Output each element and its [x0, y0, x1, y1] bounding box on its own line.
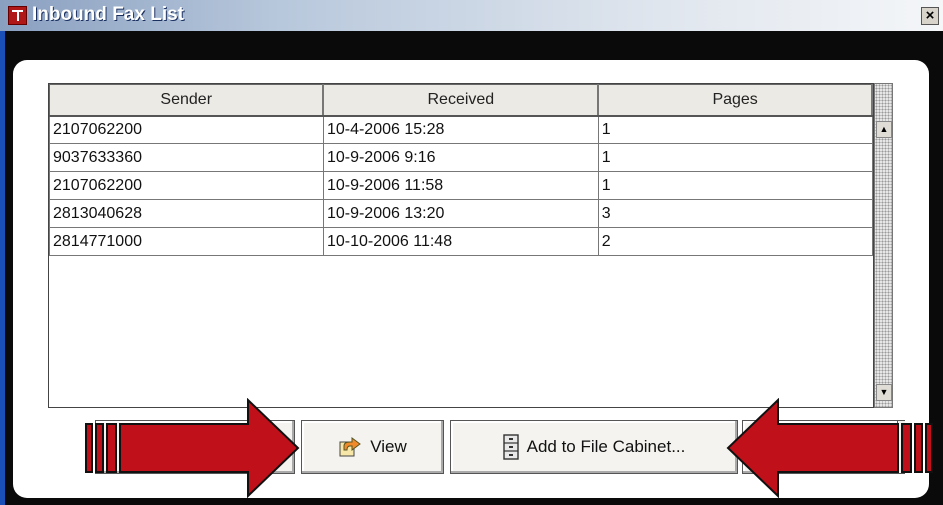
received-cell: 10-9-2006 11:58: [322, 171, 599, 200]
pages-cell: 1: [597, 115, 873, 144]
left-arrow-icon: [85, 398, 300, 498]
table-row[interactable]: 2107062200 10-4-2006 15:28 1: [49, 115, 873, 144]
sender-cell: 2814771000: [49, 227, 324, 256]
table-row[interactable]: 2813040628 10-9-2006 13:20 3: [49, 199, 873, 228]
fax-app-icon: [8, 6, 27, 25]
scroll-up-button[interactable]: ▲: [876, 121, 892, 138]
view-button-label: View: [370, 437, 407, 456]
vertical-scrollbar[interactable]: ▲ ▼: [874, 83, 893, 408]
sender-cell: 2813040628: [49, 199, 324, 228]
window-frame-edge: [0, 31, 5, 505]
add-button-label: Add to File Cabinet...: [526, 437, 686, 456]
sender-cell: 2107062200: [49, 171, 324, 200]
window-title: Inbound Fax List: [32, 4, 184, 25]
received-cell: 10-9-2006 9:16: [322, 143, 599, 172]
column-header-sender[interactable]: Sender: [49, 84, 325, 117]
title-bar[interactable]: Inbound Fax List ×: [0, 0, 943, 31]
received-cell: 10-10-2006 11:48: [322, 227, 599, 256]
received-cell: 10-9-2006 13:20: [322, 199, 599, 228]
table-row[interactable]: 2814771000 10-10-2006 11:48 2: [49, 227, 873, 256]
add-to-file-cabinet-button[interactable]: Add to File Cabinet...: [450, 420, 738, 474]
pages-cell: 1: [597, 171, 873, 200]
pages-cell: 2: [597, 227, 873, 256]
table-header-row: Sender Received Pages: [49, 84, 873, 117]
sender-cell: 9037633360: [49, 143, 324, 172]
sender-cell: 2107062200: [49, 115, 324, 144]
column-header-received[interactable]: Received: [322, 84, 600, 117]
received-cell: 10-4-2006 15:28: [322, 115, 599, 144]
column-header-pages[interactable]: Pages: [597, 84, 873, 117]
right-arrow-icon: [726, 398, 933, 498]
table-row[interactable]: 2107062200 10-9-2006 11:58 1: [49, 171, 873, 200]
fax-list-table[interactable]: Sender Received Pages 2107062200 10-4-20…: [48, 83, 874, 408]
pages-cell: 3: [597, 199, 873, 228]
table-row[interactable]: 9037633360 10-9-2006 9:16 1: [49, 143, 873, 172]
pages-cell: 1: [597, 143, 873, 172]
close-button[interactable]: ×: [921, 7, 939, 25]
view-button[interactable]: View: [301, 420, 444, 474]
file-cabinet-icon: [502, 434, 519, 460]
open-arrow-icon: [339, 437, 362, 457]
